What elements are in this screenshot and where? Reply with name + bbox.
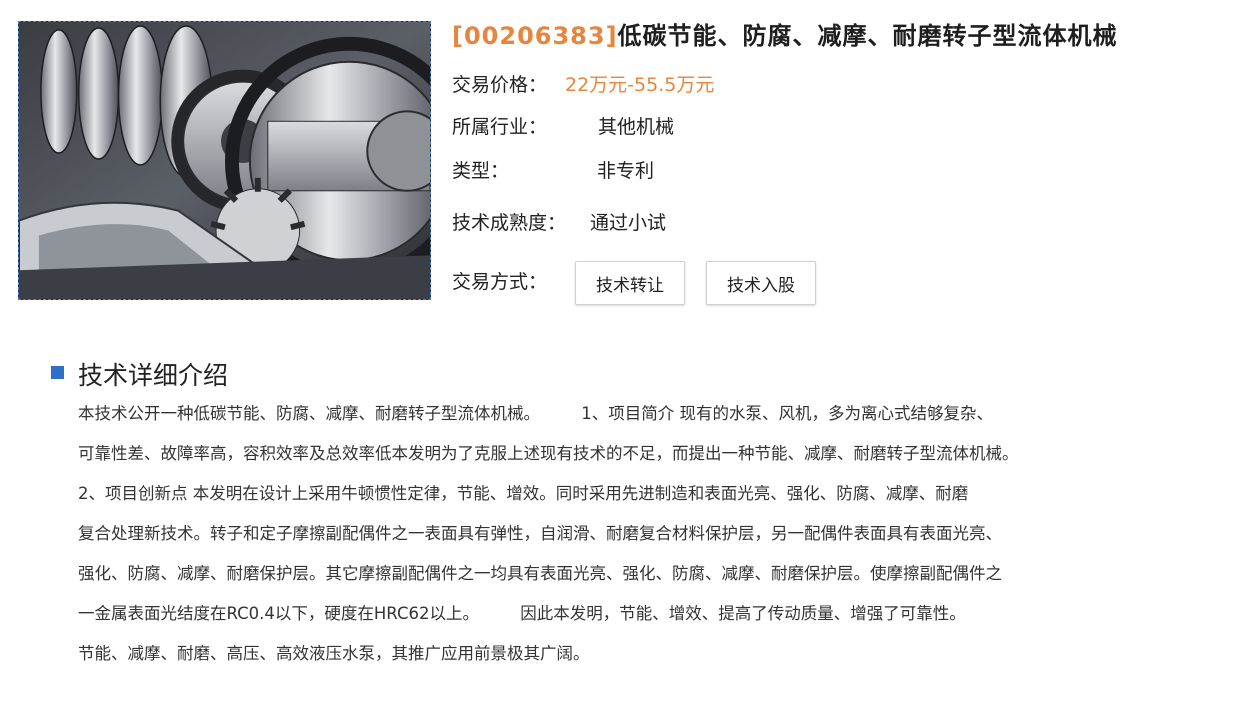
product-name: 低碳节能、防腐、减摩、耐磨转子型流体机械	[617, 22, 1118, 50]
trade-option-transfer-button[interactable]: 技术转让	[575, 261, 685, 305]
product-image	[18, 21, 431, 300]
trade-label: 交易方式：	[452, 271, 548, 293]
detail-line: 2、项目创新点 本发明在设计上采用牛顿惯性定律，节能、增效。同时采用先进制造和表…	[78, 484, 969, 503]
price-row: 交易价格： 22万元-55.5万元	[452, 70, 714, 97]
gear-machinery-illustration	[19, 22, 430, 299]
type-row: 类型： 非专利	[452, 156, 654, 183]
product-code: [00206383]	[452, 22, 618, 50]
detail-line: 节能、减摩、耐磨、高压、高效液压水泵，其推广应用前景极其广阔。	[78, 644, 590, 663]
detail-line: 可靠性差、故障率高，容积效率及总效率低本发明为了克服上述现有技术的不足，而提出一…	[78, 444, 1019, 463]
section-heading: 技术详细介绍	[78, 361, 229, 390]
maturity-value: 通过小试	[590, 212, 667, 234]
maturity-label: 技术成熟度：	[452, 212, 567, 234]
type-value: 非专利	[597, 160, 655, 182]
detail-line: 本技术公开一种低碳节能、防腐、减摩、耐磨转子型流体机械。 1、项目简介 现有的水…	[78, 404, 993, 423]
type-label: 类型：	[452, 160, 510, 182]
industry-row: 所属行业： 其他机械	[452, 112, 674, 139]
maturity-row: 技术成熟度： 通过小试	[452, 208, 666, 235]
product-title: [00206383]低碳节能、防腐、减摩、耐磨转子型流体机械	[452, 16, 1118, 51]
industry-label: 所属行业：	[452, 116, 548, 138]
detail-line: 复合处理新技术。转子和定子摩擦副配偶件之一表面具有弹性，自润滑、耐磨复合材料保护…	[78, 524, 1002, 543]
price-label: 交易价格：	[452, 74, 548, 96]
detail-line: 强化、防腐、减摩、耐磨保护层。其它摩擦副配偶件之一均具有表面光亮、强化、防腐、减…	[78, 564, 1002, 583]
price-value: 22万元-55.5万元	[565, 74, 715, 96]
section-marker-icon	[51, 366, 64, 379]
detail-line: 一金属表面光结度在RC0.4以下，硬度在HRC62以上。 因此本发明，节能、增效…	[78, 604, 966, 623]
trade-option-equity-button[interactable]: 技术入股	[706, 261, 816, 305]
trade-row: 交易方式：	[452, 267, 547, 294]
industry-value: 其他机械	[598, 116, 675, 138]
